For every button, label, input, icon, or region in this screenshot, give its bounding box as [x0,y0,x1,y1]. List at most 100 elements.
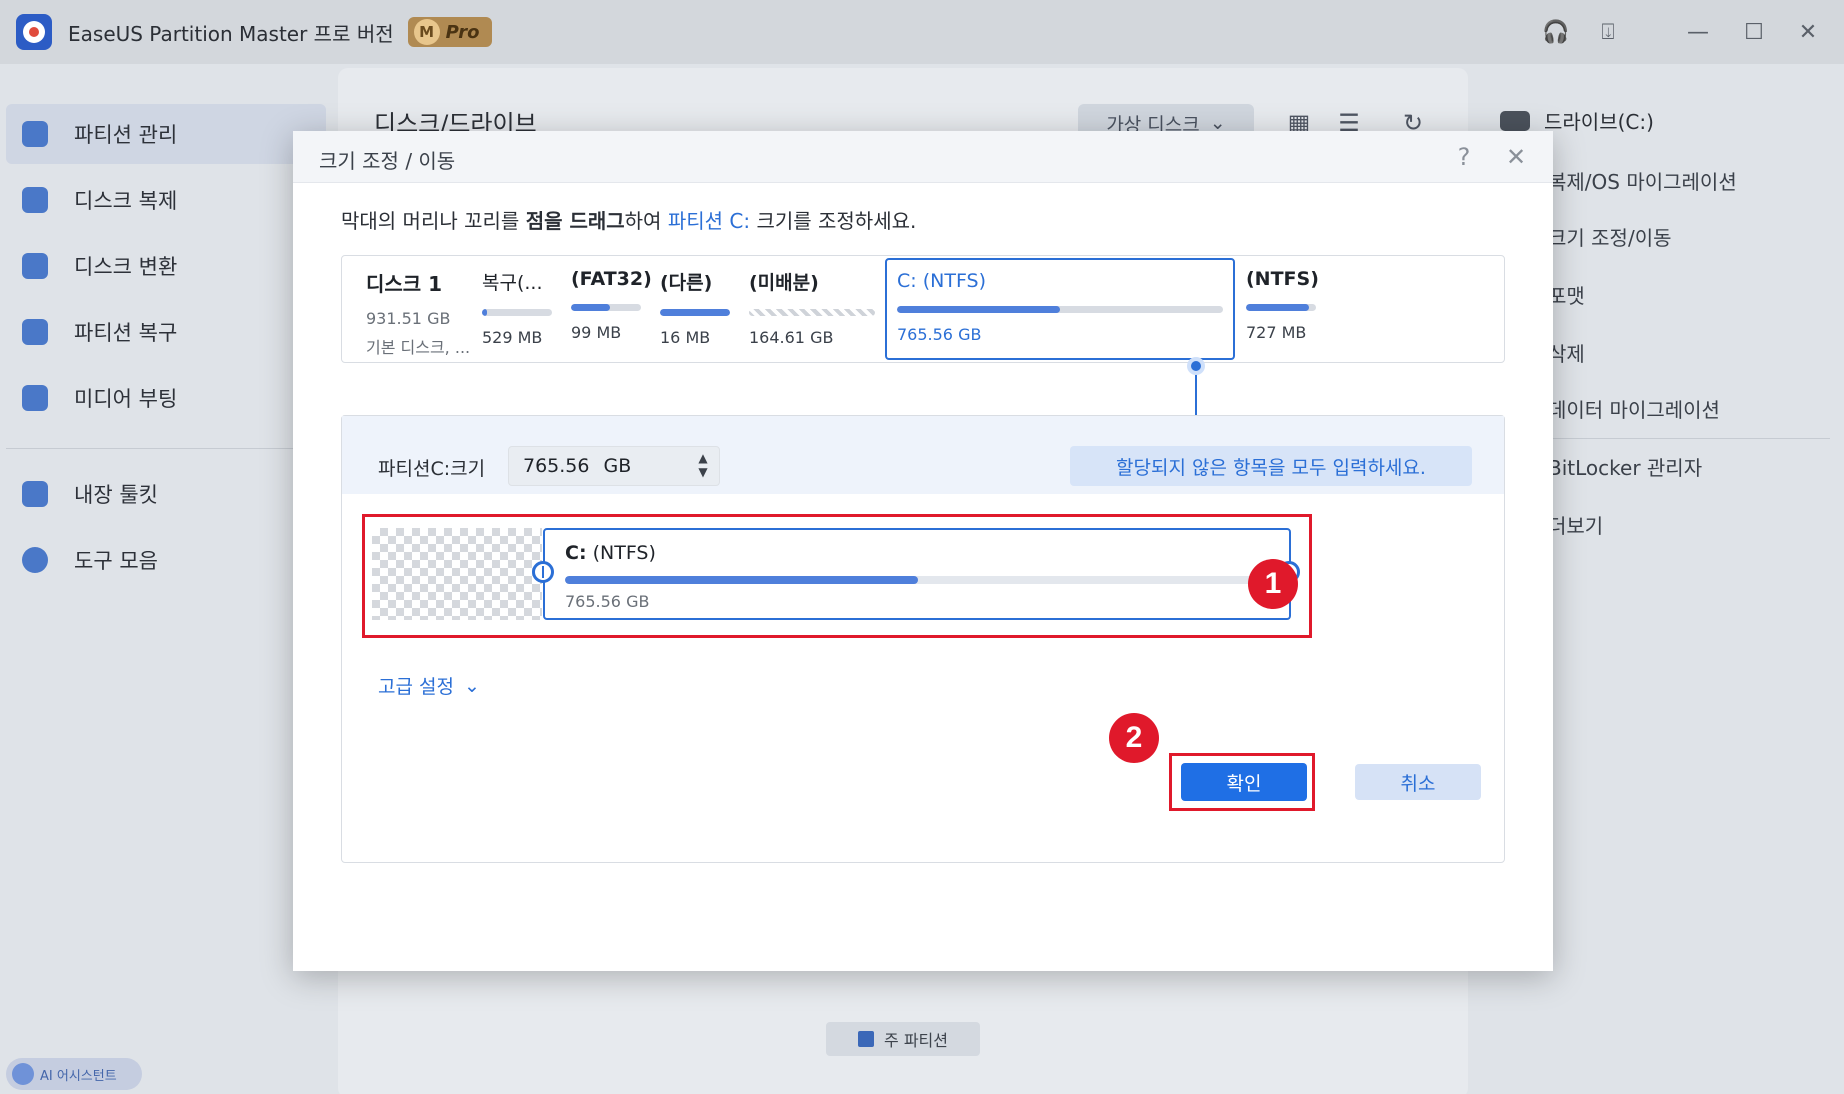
pro-badge-letter: M [413,19,440,45]
instruction-part: 막대의 머리나 꼬리를 [341,209,526,233]
partition-usage-fill [1246,304,1309,311]
sidebar: 파티션 관리 디스크 복제 디스크 변환 파티션 복구 미디어 부팅 내장 툴킷… [0,64,326,1094]
partition-usage-fill [660,309,730,316]
resize-usage-bar [565,576,1271,584]
sidebar-item-disk-clone[interactable]: 디스크 복제 [6,170,326,230]
size-edit-header: 파티션C:크기 765.56 GB ▲ ▼ 할당되지 않은 항목을 모두 입력하… [342,416,1504,494]
op-resize-move[interactable]: 크기 조정/이동 [1548,222,1672,251]
compass-icon [22,547,48,573]
op-format[interactable]: 포맷 [1548,280,1585,309]
advanced-settings-label: 고급 설정 [378,676,454,698]
partition-size: 727 MB [1246,323,1307,342]
title-bar: EaseUS Partition Master 프로 버전 M Pro 🎧 ⍗ … [0,0,1844,64]
op-delete[interactable]: 삭제 [1548,338,1585,367]
partition-usage-fill [897,306,1060,313]
stepper-down-icon[interactable]: ▼ [695,465,711,479]
left-resize-handle[interactable] [532,561,554,583]
dialog-title: 크기 조정 / 이동 [319,149,456,173]
instruction-bold: 점을 드래그 [525,209,625,233]
instruction-text: 막대의 머리나 꼬리를 점을 드래그하여 파티션 C: 크기를 조정하세요. [341,205,916,234]
app-title: EaseUS Partition Master 프로 버전 [68,21,394,46]
sidebar-item-label: 디스크 복제 [74,189,178,213]
step-badge-1: 1 [1248,559,1298,609]
partition-unallocated[interactable]: (미배분) 164.61 GB [749,268,875,347]
sidebar-item-bootable-media[interactable]: 미디어 부팅 [6,368,326,428]
sidebar-item-label: 디스크 변환 [74,255,178,279]
drive-icon [1500,110,1530,131]
partition-size-input[interactable]: 765.56 GB ▲ ▼ [508,446,720,486]
partition-usage-bar [897,306,1223,313]
disk-type: 기본 디스크, ... [366,338,471,357]
cancel-button[interactable]: 취소 [1355,764,1481,800]
resize-partition-name: C: (NTFS) [565,542,656,564]
disk-name: 디스크 1 [366,272,443,296]
partition-size: 164.61 GB [749,328,834,347]
close-window-icon[interactable]: ✕ [1790,14,1826,50]
stepper-up-icon[interactable]: ▲ [695,451,711,465]
fill-unallocated-button[interactable]: 할당되지 않은 항목을 모두 입력하세요. [1070,446,1472,486]
close-icon[interactable]: ✕ [1500,141,1532,173]
copy-icon [22,187,48,213]
sidebar-item-toolkit[interactable]: 내장 툴킷 [6,464,326,524]
op-bitlocker[interactable]: BitLocker 관리자 [1548,452,1702,481]
size-value: 765.56 [523,455,590,477]
partition-name: (NTFS) [1246,268,1319,290]
partition-size: 99 MB [571,323,622,342]
headset-icon[interactable]: 🎧 [1538,14,1574,50]
legend-swatch [858,1031,875,1047]
partition-ntfs[interactable]: (NTFS) 727 MB [1246,268,1319,342]
partition-usage-bar [1246,304,1316,311]
step-badge-2: 2 [1109,713,1159,763]
disk-map: 디스크 1 931.51 GB 기본 디스크, ... 복구(... 529 M… [341,255,1505,363]
dialog-title-bar: 크기 조정 / 이동 ? ✕ [293,131,1553,183]
instruction-part: 하여 [624,209,668,233]
op-more[interactable]: 더보기 [1548,510,1603,539]
resize-edit-panel: 파티션C:크기 765.56 GB ▲ ▼ 할당되지 않은 항목을 모두 입력하… [341,415,1505,863]
chevron-down-icon: ⌄ [463,674,480,697]
sidebar-item-tools[interactable]: 도구 모음 [6,530,326,590]
sidebar-item-label: 도구 모음 [74,549,158,573]
partition-c-selected[interactable]: C: (NTFS) 765.56 GB [885,258,1235,360]
resize-partition-fs: (NTFS) [586,542,656,564]
easeus-logo-icon [16,14,52,50]
resizable-partition-bar[interactable]: C: (NTFS) 765.56 GB [543,528,1291,620]
sidebar-divider [6,448,326,449]
usb-icon [22,385,48,411]
partition-recovery[interactable]: 복구(... 529 MB [482,268,552,347]
selection-marker [1187,357,1205,375]
robot-icon [12,1063,34,1085]
maximize-icon[interactable]: ☐ [1736,14,1772,50]
sidebar-item-partition-recovery[interactable]: 파티션 복구 [6,302,326,362]
partition-usage-bar [482,309,552,316]
partition-usage-bar [571,304,641,311]
sidebar-item-disk-convert[interactable]: 디스크 변환 [6,236,326,296]
size-unit: GB [603,455,632,477]
download-icon[interactable]: ⍗ [1590,14,1626,50]
sidebar-item-partition-manager[interactable]: 파티션 관리 [6,104,326,164]
ai-assistant-label: AI 어시스턴트 [40,1068,117,1084]
advanced-settings-toggle[interactable]: 고급 설정 ⌄ [378,672,480,699]
size-stepper[interactable]: ▲ ▼ [695,451,711,479]
disk-info: 디스크 1 931.51 GB 기본 디스크, ... [366,268,486,358]
partition-fat32[interactable]: (FAT32) 99 MB [571,268,652,342]
op-clone-migrate[interactable]: 복제/OS 마이그레이션 [1548,166,1737,195]
partition-other[interactable]: (다른) 16 MB [660,268,730,347]
ok-button[interactable]: 확인 [1181,763,1307,801]
sidebar-item-label: 파티션 복구 [74,321,178,345]
op-data-migration[interactable]: 데이터 마이그레이션 [1548,394,1720,423]
partition-usage-bar [660,309,730,316]
partition-name: C: (NTFS) [897,270,987,292]
instruction-part: 크기를 조정하세요. [750,209,917,233]
instruction-highlight: 파티션 C: [667,209,751,233]
legend-label: 주 파티션 [884,1031,948,1050]
minimize-icon[interactable]: — [1680,14,1716,50]
resize-usage-fill [565,576,918,584]
ai-assistant-button[interactable]: AI 어시스턴트 [6,1058,142,1090]
help-icon[interactable]: ? [1448,141,1480,173]
unallocated-space-block [372,528,542,620]
partition-usage-fill [571,304,610,311]
resize-partition-letter: C: [565,542,587,564]
recover-icon [22,319,48,345]
sidebar-item-label: 미디어 부팅 [74,387,178,411]
partition-name: 복구(... [482,272,543,294]
